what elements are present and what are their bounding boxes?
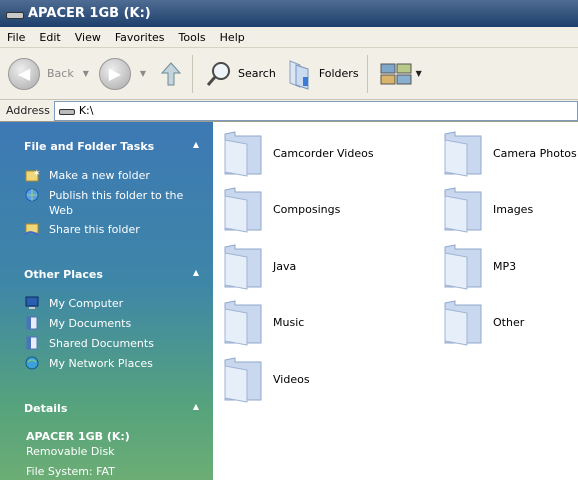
forward-arrow-icon: ▶ <box>98 57 131 90</box>
details-type: Removable Disk <box>26 445 115 458</box>
svg-text:✶: ✶ <box>33 169 40 179</box>
documents-icon <box>26 316 38 330</box>
folder-name: Composings <box>273 202 341 216</box>
folder-icon <box>224 131 262 177</box>
computer-icon <box>25 296 39 309</box>
chevron-down-icon[interactable]: ▼ <box>83 69 89 78</box>
other-places-header[interactable]: Other Places ▲ <box>24 268 199 281</box>
folder-icon <box>444 187 482 233</box>
details-filesystem: File System: FAT <box>26 465 115 478</box>
folder-item[interactable]: Camera Photos <box>441 128 578 178</box>
address-input[interactable]: K:\ <box>53 100 578 121</box>
shared-documents-link[interactable]: Shared Documents <box>24 336 184 351</box>
collapse-icon[interactable]: ▲ <box>193 402 199 415</box>
toolbar-separator <box>366 54 368 93</box>
network-icon <box>25 356 39 370</box>
place-label: Shared Documents <box>49 337 154 350</box>
my-documents-link[interactable]: My Documents <box>24 316 184 331</box>
menu-edit[interactable]: Edit <box>32 31 67 44</box>
my-computer-link[interactable]: My Computer <box>24 296 184 311</box>
folder-item[interactable]: Camcorder Videos <box>221 128 381 178</box>
my-network-places-link[interactable]: My Network Places <box>24 356 184 371</box>
folder-item[interactable]: Other <box>441 297 578 347</box>
folder-name: Java <box>273 259 297 273</box>
folders-button[interactable]: Folders <box>276 57 359 91</box>
folder-item[interactable]: Images <box>441 184 578 234</box>
toolbar: ◀ Back ▼ ▶ ▼ Search Folders ▼ <box>0 48 578 100</box>
drive-icon <box>58 109 75 115</box>
new-folder-icon: ✶ <box>25 169 40 182</box>
up-folder-icon[interactable] <box>158 59 184 89</box>
place-label: My Network Places <box>49 357 153 370</box>
file-tasks-header[interactable]: File and Folder Tasks ▲ <box>24 140 199 153</box>
folder-name: MP3 <box>493 259 517 273</box>
collapse-icon[interactable]: ▲ <box>193 140 199 153</box>
task-pane: File and Folder Tasks ▲ ✶ Make a new fol… <box>0 122 213 480</box>
folder-icon <box>224 187 262 233</box>
folder-name: Camcorder Videos <box>273 146 374 160</box>
back-button[interactable]: ◀ Back ▼ <box>8 57 89 90</box>
chevron-down-icon[interactable]: ▼ <box>140 69 146 78</box>
folders-icon <box>289 59 309 90</box>
folder-icon <box>224 300 262 346</box>
publish-web-icon <box>25 188 39 202</box>
shared-documents-icon <box>26 336 38 350</box>
address-label: Address <box>6 104 50 117</box>
search-button[interactable]: Search <box>201 59 276 89</box>
collapse-icon[interactable]: ▲ <box>193 268 199 281</box>
folder-item[interactable]: MP3 <box>441 241 578 291</box>
folder-view: Camcorder Videos Camera Photos Composing… <box>213 122 578 480</box>
folder-name: Videos <box>273 372 310 386</box>
task-label: Make a new folder <box>49 169 150 182</box>
folders-label: Folders <box>318 67 359 80</box>
title-bar: APACER 1GB (K:) <box>0 0 578 27</box>
folder-icon <box>224 357 262 403</box>
address-bar: Address K:\ <box>0 100 578 122</box>
menu-favorites[interactable]: Favorites <box>108 31 172 44</box>
file-tasks-title: File and Folder Tasks <box>24 140 155 153</box>
folder-name: Other <box>493 315 525 329</box>
drive-icon <box>6 12 24 19</box>
back-arrow-icon: ◀ <box>8 57 40 90</box>
folder-name: Music <box>273 315 305 329</box>
views-button[interactable]: ▼ <box>376 62 422 86</box>
publish-folder-link[interactable]: Publish this folder to the Web <box>24 188 184 218</box>
folder-item[interactable]: Composings <box>221 184 381 234</box>
folder-icon <box>224 244 262 290</box>
folder-item[interactable]: Videos <box>221 354 381 404</box>
folder-icon <box>444 244 482 290</box>
folder-item[interactable]: Java <box>221 241 381 291</box>
place-label: My Documents <box>49 317 132 330</box>
menu-help[interactable]: Help <box>213 31 252 44</box>
toolbar-separator <box>192 54 194 93</box>
folder-name: Images <box>493 202 534 216</box>
other-places-title: Other Places <box>24 268 103 281</box>
back-label: Back <box>47 67 74 80</box>
share-folder-link[interactable]: Share this folder <box>24 222 184 237</box>
window-title: APACER 1GB (K:) <box>28 6 151 21</box>
address-value: K:\ <box>78 104 94 117</box>
views-icon <box>380 63 412 84</box>
menu-bar: File Edit View Favorites Tools Help <box>0 27 578 48</box>
make-new-folder-link[interactable]: ✶ Make a new folder <box>24 168 184 183</box>
place-label: My Computer <box>49 297 124 310</box>
menu-view[interactable]: View <box>68 31 108 44</box>
folder-item[interactable]: Music <box>221 297 381 347</box>
folder-icon <box>444 131 482 177</box>
details-header[interactable]: Details ▲ <box>24 402 199 415</box>
forward-button[interactable]: ▶ ▼ <box>98 57 146 90</box>
task-label: Publish this folder to the Web <box>49 189 184 217</box>
search-label: Search <box>238 67 276 80</box>
task-label: Share this folder <box>49 223 140 236</box>
share-icon <box>24 223 39 236</box>
search-icon <box>206 61 231 86</box>
folder-icon <box>444 300 482 346</box>
details-title: Details <box>24 402 68 415</box>
chevron-down-icon[interactable]: ▼ <box>416 69 422 78</box>
folder-name: Camera Photos <box>493 146 577 160</box>
menu-file[interactable]: File <box>0 31 32 44</box>
details-name: APACER 1GB (K:) <box>26 430 130 443</box>
menu-tools[interactable]: Tools <box>172 31 213 44</box>
